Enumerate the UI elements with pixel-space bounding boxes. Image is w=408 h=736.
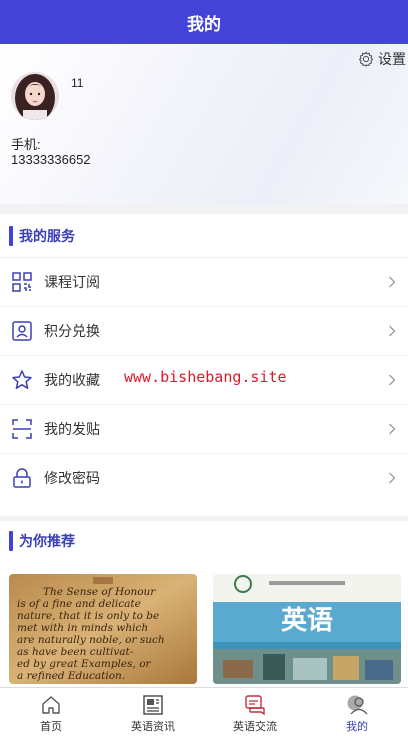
menu-item-my-posts[interactable]: 我的发贴 <box>0 404 408 453</box>
parchment-line: met with in minds which <box>17 622 148 634</box>
settings-button[interactable]: 设置 <box>358 49 406 69</box>
menu-item-label: 积分兑换 <box>44 323 100 339</box>
menu-item-course-subscription[interactable]: 课程订阅 <box>0 257 408 306</box>
title-accent-bar <box>9 531 13 551</box>
scan-icon <box>12 419 32 439</box>
tab-label: 我的 <box>346 721 368 733</box>
recommend-card-left[interactable]: The Sense of Honour is of a fine and del… <box>9 574 197 684</box>
tab-label: 英语资讯 <box>131 721 175 733</box>
chevron-right-icon <box>389 374 396 386</box>
chat-icon <box>245 695 265 716</box>
menu-item-label: 课程订阅 <box>44 274 100 290</box>
menu-item-label: 修改密码 <box>44 470 100 486</box>
parchment-line: as have been cultivat- <box>17 646 134 658</box>
badge-icon <box>12 321 32 341</box>
textbook-cover-image: 英语 <box>213 574 401 684</box>
bottom-tabbar: 首页 英语资讯 英语交流 我的 <box>0 687 408 736</box>
gear-icon <box>358 51 374 67</box>
recommend-title: 为你推荐 <box>0 521 408 561</box>
menu-item-label: 我的发贴 <box>44 421 100 437</box>
profile-card: 设置 11 手机: 13333336652 <box>0 44 408 204</box>
news-icon <box>143 695 163 715</box>
menu-item-label: 我的收藏 <box>44 372 100 388</box>
chevron-right-icon <box>389 472 396 484</box>
star-icon <box>12 370 32 389</box>
textbook-title: 英语 <box>281 606 333 636</box>
parchment-line: ed by great Examples, or <box>17 658 152 670</box>
parchment-line: is of a fine and delicate <box>17 598 141 610</box>
recommend-title-text: 为你推荐 <box>19 533 75 549</box>
watermark-text: www.bishebang.site <box>124 368 287 386</box>
lock-icon <box>13 468 31 488</box>
recommend-section: 为你推荐 The Sense of Honour is of a fine an… <box>0 521 408 687</box>
chevron-right-icon <box>389 423 396 435</box>
chevron-right-icon <box>389 325 396 337</box>
tab-english-exchange[interactable]: 英语交流 <box>204 688 306 736</box>
chevron-right-icon <box>389 276 396 288</box>
tab-mine[interactable]: 我的 <box>306 688 408 736</box>
services-title-text: 我的服务 <box>19 227 75 244</box>
parchment-line: nature, that it is only to be <box>17 610 159 622</box>
parchment-line: a refined Education. <box>17 670 125 682</box>
username: 11 <box>71 76 84 90</box>
parchment-image: The Sense of Honour is of a fine and del… <box>9 574 197 684</box>
tab-label: 首页 <box>40 721 62 733</box>
menu-item-change-password[interactable]: 修改密码 <box>0 453 408 502</box>
tab-label: 英语交流 <box>233 721 277 733</box>
home-icon <box>42 696 60 714</box>
parchment-line: are naturally noble, or such <box>17 634 165 646</box>
parchment-line: The Sense of Honour <box>43 586 156 598</box>
page-header: 我的 <box>0 0 408 44</box>
tab-home[interactable]: 首页 <box>0 688 102 736</box>
avatar[interactable] <box>11 72 59 120</box>
user-icon <box>347 695 368 715</box>
menu-item-points-exchange[interactable]: 积分兑换 <box>0 306 408 355</box>
settings-label: 设置 <box>378 51 406 67</box>
grid-icon <box>12 272 32 292</box>
services-title: 我的服务 <box>0 214 408 257</box>
title-accent-bar <box>9 225 13 246</box>
page-title: 我的 <box>187 14 221 34</box>
phone-value: 13333336652 <box>11 152 91 167</box>
phone-label: 手机: <box>11 137 41 152</box>
tab-english-news[interactable]: 英语资讯 <box>102 688 204 736</box>
recommend-card-right[interactable]: 英语 <box>213 574 401 684</box>
services-section: 我的服务 课程订阅 积分兑换 我的收藏 我的发贴 修改密码 <box>0 214 408 516</box>
